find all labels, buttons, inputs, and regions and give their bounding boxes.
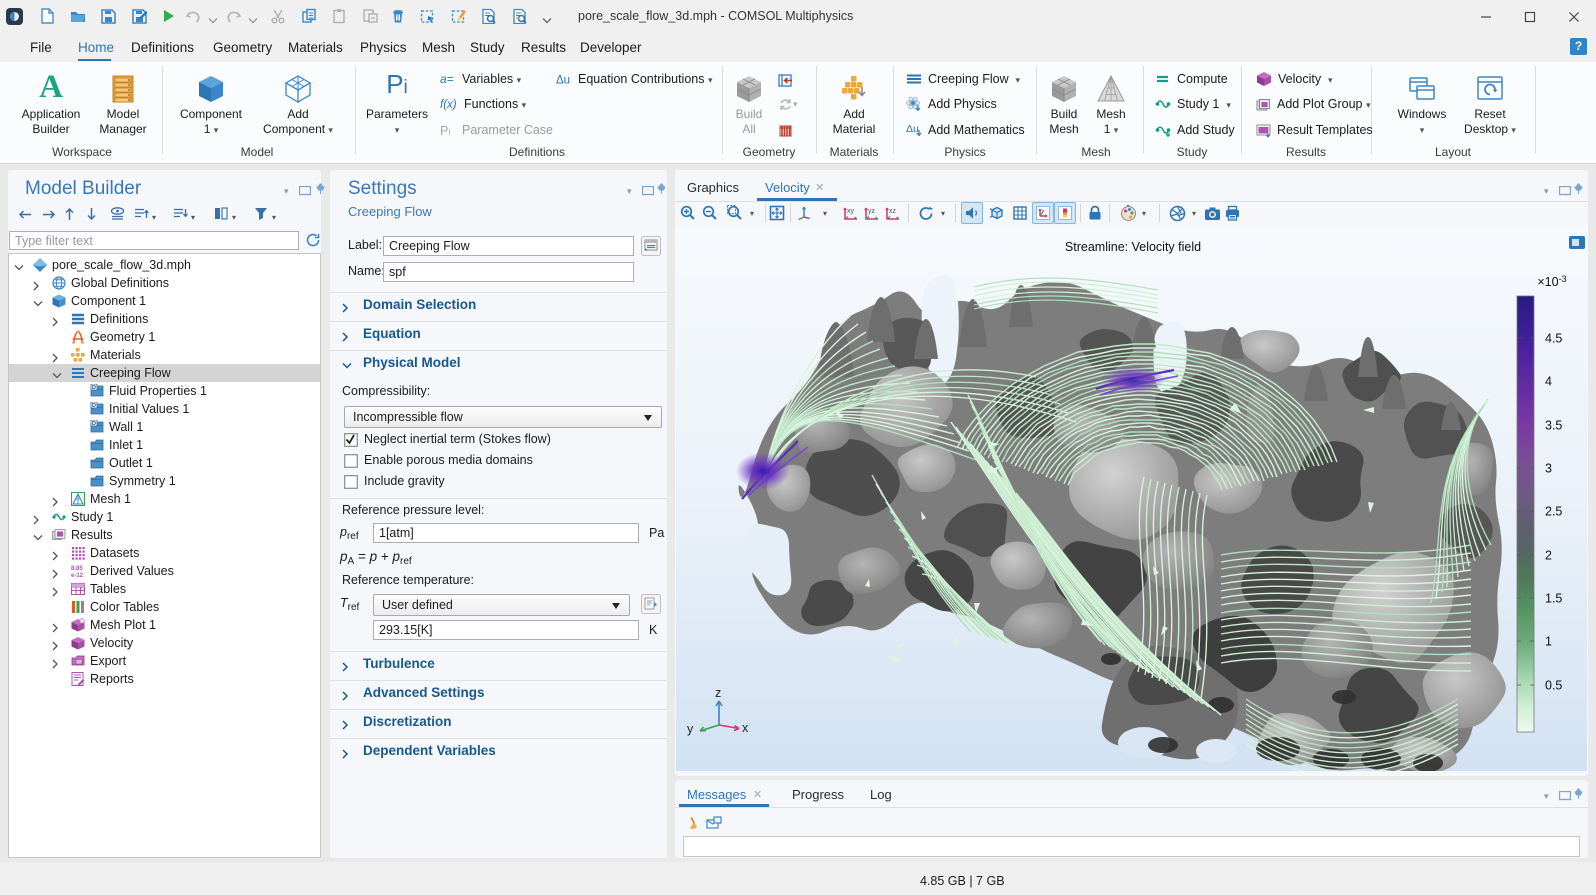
svg-text:y: y	[687, 722, 694, 736]
svg-text:z: z	[715, 686, 721, 700]
svg-text:1: 1	[1545, 635, 1552, 649]
svg-text:D: D	[92, 385, 96, 391]
svg-text:xz: xz	[889, 208, 897, 215]
svg-text:x: x	[742, 721, 749, 735]
svg-text:3: 3	[1545, 462, 1552, 476]
svg-text:Streamline: Velocity field: Streamline: Velocity field	[1065, 240, 1201, 254]
svg-text:2: 2	[1545, 549, 1552, 563]
svg-text:D: D	[92, 421, 96, 427]
svg-text:1.5: 1.5	[1545, 592, 1562, 606]
svg-text:Δu: Δu	[556, 75, 570, 87]
svg-text:e-12: e-12	[71, 573, 84, 578]
svg-text:2.5: 2.5	[1545, 505, 1562, 519]
svg-text:a=: a=	[440, 72, 454, 86]
svg-text:f(x): f(x)	[440, 99, 457, 111]
svg-text:IMG: IMG	[77, 660, 84, 664]
svg-text:3.5: 3.5	[1545, 419, 1562, 433]
svg-text:Pi: Pi	[440, 124, 450, 137]
svg-text:8.85: 8.85	[71, 566, 83, 572]
svg-text:4: 4	[1545, 375, 1552, 389]
svg-text:4.5: 4.5	[1545, 332, 1562, 346]
svg-text:yz: yz	[868, 208, 876, 215]
svg-text:xy: xy	[847, 208, 855, 215]
svg-text:D: D	[92, 403, 96, 409]
svg-text:0.5: 0.5	[1545, 679, 1562, 693]
